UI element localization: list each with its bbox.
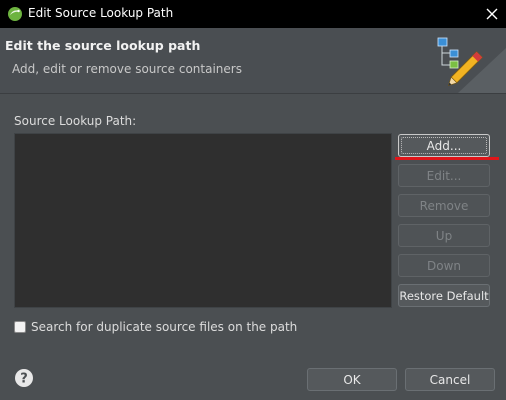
edit-button[interactable]: Edit... bbox=[398, 164, 490, 187]
window-title: Edit Source Lookup Path bbox=[28, 6, 174, 20]
svg-text:?: ? bbox=[20, 372, 28, 387]
restore-default-button[interactable]: Restore Default bbox=[398, 284, 490, 307]
source-lookup-path-list[interactable] bbox=[14, 133, 392, 308]
duplicate-search-label[interactable]: Search for duplicate source files on the… bbox=[31, 320, 297, 334]
duplicate-search-checkbox[interactable] bbox=[14, 321, 26, 333]
cancel-button[interactable]: Cancel bbox=[405, 368, 495, 391]
remove-button[interactable]: Remove bbox=[398, 194, 490, 217]
header-title: Edit the source lookup path bbox=[5, 38, 201, 53]
close-button[interactable] bbox=[478, 0, 506, 28]
down-button[interactable]: Down bbox=[398, 254, 490, 277]
duplicate-search-option[interactable]: Search for duplicate source files on the… bbox=[14, 320, 297, 334]
highlight-underline bbox=[395, 157, 499, 160]
header-subtitle: Add, edit or remove source containers bbox=[12, 62, 242, 76]
up-button[interactable]: Up bbox=[398, 224, 490, 247]
title-bar: Edit Source Lookup Path bbox=[0, 0, 506, 28]
help-icon[interactable]: ? bbox=[14, 368, 34, 388]
add-button[interactable]: Add... bbox=[398, 134, 490, 157]
ok-button[interactable]: OK bbox=[307, 368, 397, 391]
close-icon bbox=[486, 8, 498, 20]
source-lookup-path-label: Source Lookup Path: bbox=[14, 114, 137, 128]
dialog-header: Edit the source lookup path Add, edit or… bbox=[0, 28, 506, 93]
header-separator bbox=[0, 93, 506, 94]
eclipse-icon bbox=[7, 6, 23, 22]
pencil-tree-icon bbox=[437, 37, 506, 93]
